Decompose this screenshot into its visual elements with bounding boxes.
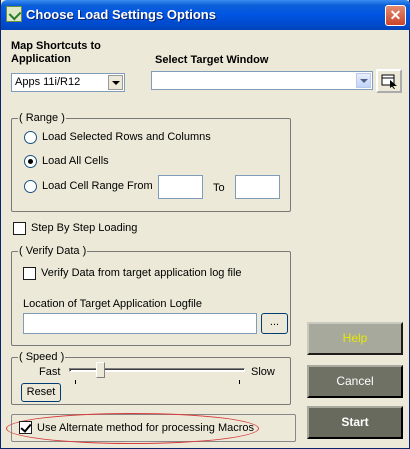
- range-legend: ( Range ): [18, 112, 66, 124]
- target-window-select[interactable]: [151, 71, 373, 90]
- browse-logfile-label: ...: [269, 316, 280, 328]
- step-by-step-label[interactable]: Step By Step Loading: [31, 222, 137, 234]
- chevron-down-icon[interactable]: [108, 75, 123, 90]
- chevron-down-icon[interactable]: [356, 73, 371, 88]
- radio-load-all[interactable]: [24, 155, 37, 168]
- radio-load-range[interactable]: [24, 180, 37, 193]
- verify-legend: ( Verify Data ): [18, 245, 88, 257]
- application-select-value: Apps 11i/R12: [15, 76, 81, 88]
- logfile-location-label: Location of Target Application Logfile: [23, 298, 202, 310]
- close-button[interactable]: ✕: [385, 5, 406, 26]
- alternate-method-checkbox[interactable]: [19, 421, 32, 434]
- speed-slider-thumb[interactable]: [96, 362, 105, 378]
- close-icon: ✕: [389, 7, 402, 23]
- speed-reset-label: Reset: [26, 386, 56, 398]
- slider-tick: [75, 380, 76, 384]
- map-shortcuts-label: Map Shortcuts to Application: [11, 40, 101, 65]
- step-by-step-checkbox[interactable]: [13, 222, 26, 235]
- speed-reset-button[interactable]: Reset: [21, 383, 61, 402]
- logfile-path-input[interactable]: [23, 313, 257, 334]
- range-to-label: To: [213, 182, 225, 194]
- window-title: Choose Load Settings Options: [26, 7, 216, 22]
- slider-tick: [239, 380, 240, 384]
- radio-load-selected-label[interactable]: Load Selected Rows and Columns: [42, 131, 211, 143]
- radio-load-all-label[interactable]: Load All Cells: [42, 155, 109, 167]
- alternate-method-label[interactable]: Use Alternate method for processing Macr…: [37, 422, 254, 434]
- target-window-label: Select Target Window: [155, 54, 269, 66]
- browse-logfile-button[interactable]: ...: [261, 313, 288, 334]
- speed-legend: ( Speed ): [18, 351, 66, 363]
- help-button-label: Help: [342, 331, 368, 345]
- pick-window-button[interactable]: [376, 69, 402, 93]
- verify-data-label[interactable]: Verify Data from target application log …: [41, 267, 242, 279]
- range-to-input[interactable]: [235, 175, 280, 199]
- start-button-label: Start: [341, 415, 369, 429]
- speed-slow-label: Slow: [251, 366, 275, 378]
- help-button[interactable]: Help: [307, 322, 403, 355]
- window-picker-icon: [381, 74, 397, 89]
- title-bar[interactable]: Choose Load Settings Options ✕: [1, 0, 410, 30]
- start-button[interactable]: Start: [307, 406, 403, 439]
- verify-data-checkbox[interactable]: [23, 267, 36, 280]
- radio-load-range-label[interactable]: Load Cell Range From: [42, 180, 153, 192]
- speed-fast-label: Fast: [39, 366, 61, 378]
- load-settings-dialog: Choose Load Settings Options ✕ Map Short…: [0, 0, 410, 449]
- app-icon: [6, 6, 22, 22]
- cancel-button-label: Cancel: [336, 374, 374, 388]
- radio-load-selected[interactable]: [24, 131, 37, 144]
- cancel-button[interactable]: Cancel: [307, 365, 403, 398]
- range-from-input[interactable]: [158, 175, 203, 199]
- application-select[interactable]: Apps 11i/R12: [11, 73, 125, 92]
